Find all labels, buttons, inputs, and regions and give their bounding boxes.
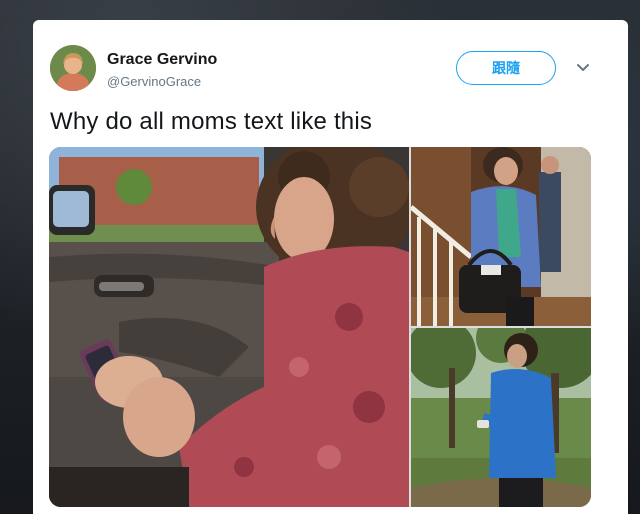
photo-woman-in-car[interactable] — [49, 147, 409, 507]
avatar[interactable] — [50, 45, 96, 91]
media-grid — [49, 147, 591, 507]
tweet-card: Grace Gervino @GervinoGrace 跟隨 Why do al… — [33, 20, 628, 514]
follow-button[interactable]: 跟隨 — [456, 51, 556, 85]
tweet-text: Why do all moms text like this — [50, 108, 373, 135]
photo-woman-on-stairs[interactable] — [411, 147, 591, 326]
author-handle[interactable]: @GervinoGrace — [107, 74, 201, 89]
photo-woman-outdoors[interactable] — [411, 328, 591, 507]
chevron-down-icon[interactable] — [575, 60, 591, 76]
author-name[interactable]: Grace Gervino — [107, 51, 217, 69]
